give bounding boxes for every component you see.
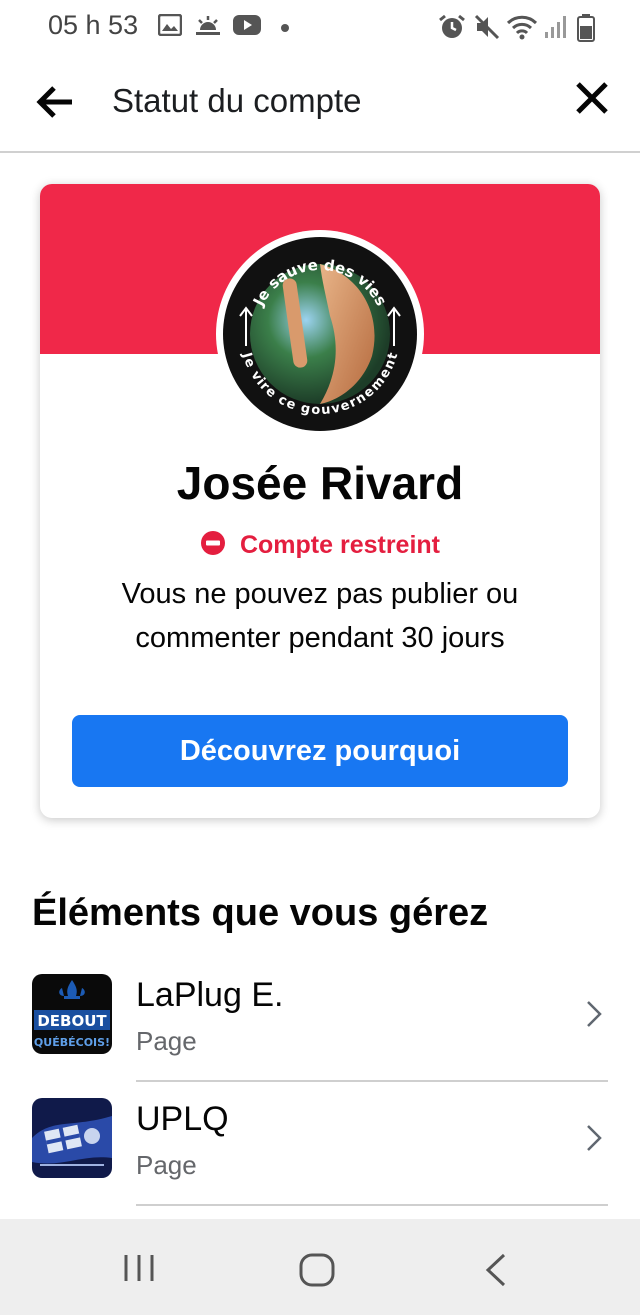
chevron-right-icon <box>584 1000 604 1033</box>
restriction-label: Compte restreint <box>239 531 441 559</box>
item-type: Page <box>136 1150 197 1180</box>
section-title: Éléments que vous gérez <box>32 892 489 934</box>
back-arrow-icon[interactable] <box>34 84 74 120</box>
item-name: LaPlug E. <box>136 976 284 1014</box>
wifi-icon <box>506 14 540 45</box>
page-title: Statut du compte <box>112 82 362 119</box>
account-status-card: Je sauve des vies Je vire ce gouvernemen… <box>40 184 600 818</box>
restriction-status: Compte restreint <box>40 530 600 561</box>
sunrise-icon <box>194 14 222 43</box>
nav-back-icon[interactable] <box>484 1253 508 1292</box>
divider <box>136 1080 608 1082</box>
divider <box>136 1204 608 1206</box>
profile-name: Josée Rivard <box>176 457 464 509</box>
item-type: Page <box>136 1026 197 1056</box>
find-out-why-button[interactable]: Découvrez pourquoi <box>72 715 568 787</box>
thumb-text-1: DEBOUT <box>37 1012 107 1030</box>
page-thumbnail: DEBOUT QUÉBÉCOIS! <box>32 974 112 1054</box>
thumb-text-2: QUÉBÉCOIS! <box>34 1036 110 1049</box>
recents-icon[interactable] <box>122 1253 156 1288</box>
image-icon <box>157 13 183 41</box>
close-icon[interactable] <box>574 80 610 116</box>
avatar[interactable]: Je sauve des vies Je vire ce gouvernemen… <box>216 230 424 438</box>
page-thumbnail <box>32 1098 112 1178</box>
item-name: UPLQ <box>136 1100 229 1138</box>
alarm-icon <box>438 14 466 45</box>
dot-icon <box>280 20 290 38</box>
battery-icon <box>577 14 595 47</box>
mute-icon <box>474 14 500 45</box>
list-item[interactable]: UPLQ Page <box>0 1098 640 1222</box>
restricted-icon <box>200 530 226 561</box>
system-nav-bar <box>0 1219 640 1315</box>
chevron-right-icon <box>584 1124 604 1157</box>
app-header: Statut du compte <box>0 52 640 153</box>
restriction-message: Vous ne pouvez pas publier ou commenter … <box>121 578 519 654</box>
status-bar: 05 h 53 <box>0 0 640 52</box>
signal-icon <box>545 14 569 45</box>
list-item[interactable]: DEBOUT QUÉBÉCOIS! LaPlug E. Page <box>0 974 640 1098</box>
home-icon[interactable] <box>298 1253 336 1292</box>
status-time: 05 h 53 <box>48 10 139 40</box>
youtube-icon <box>233 14 261 41</box>
